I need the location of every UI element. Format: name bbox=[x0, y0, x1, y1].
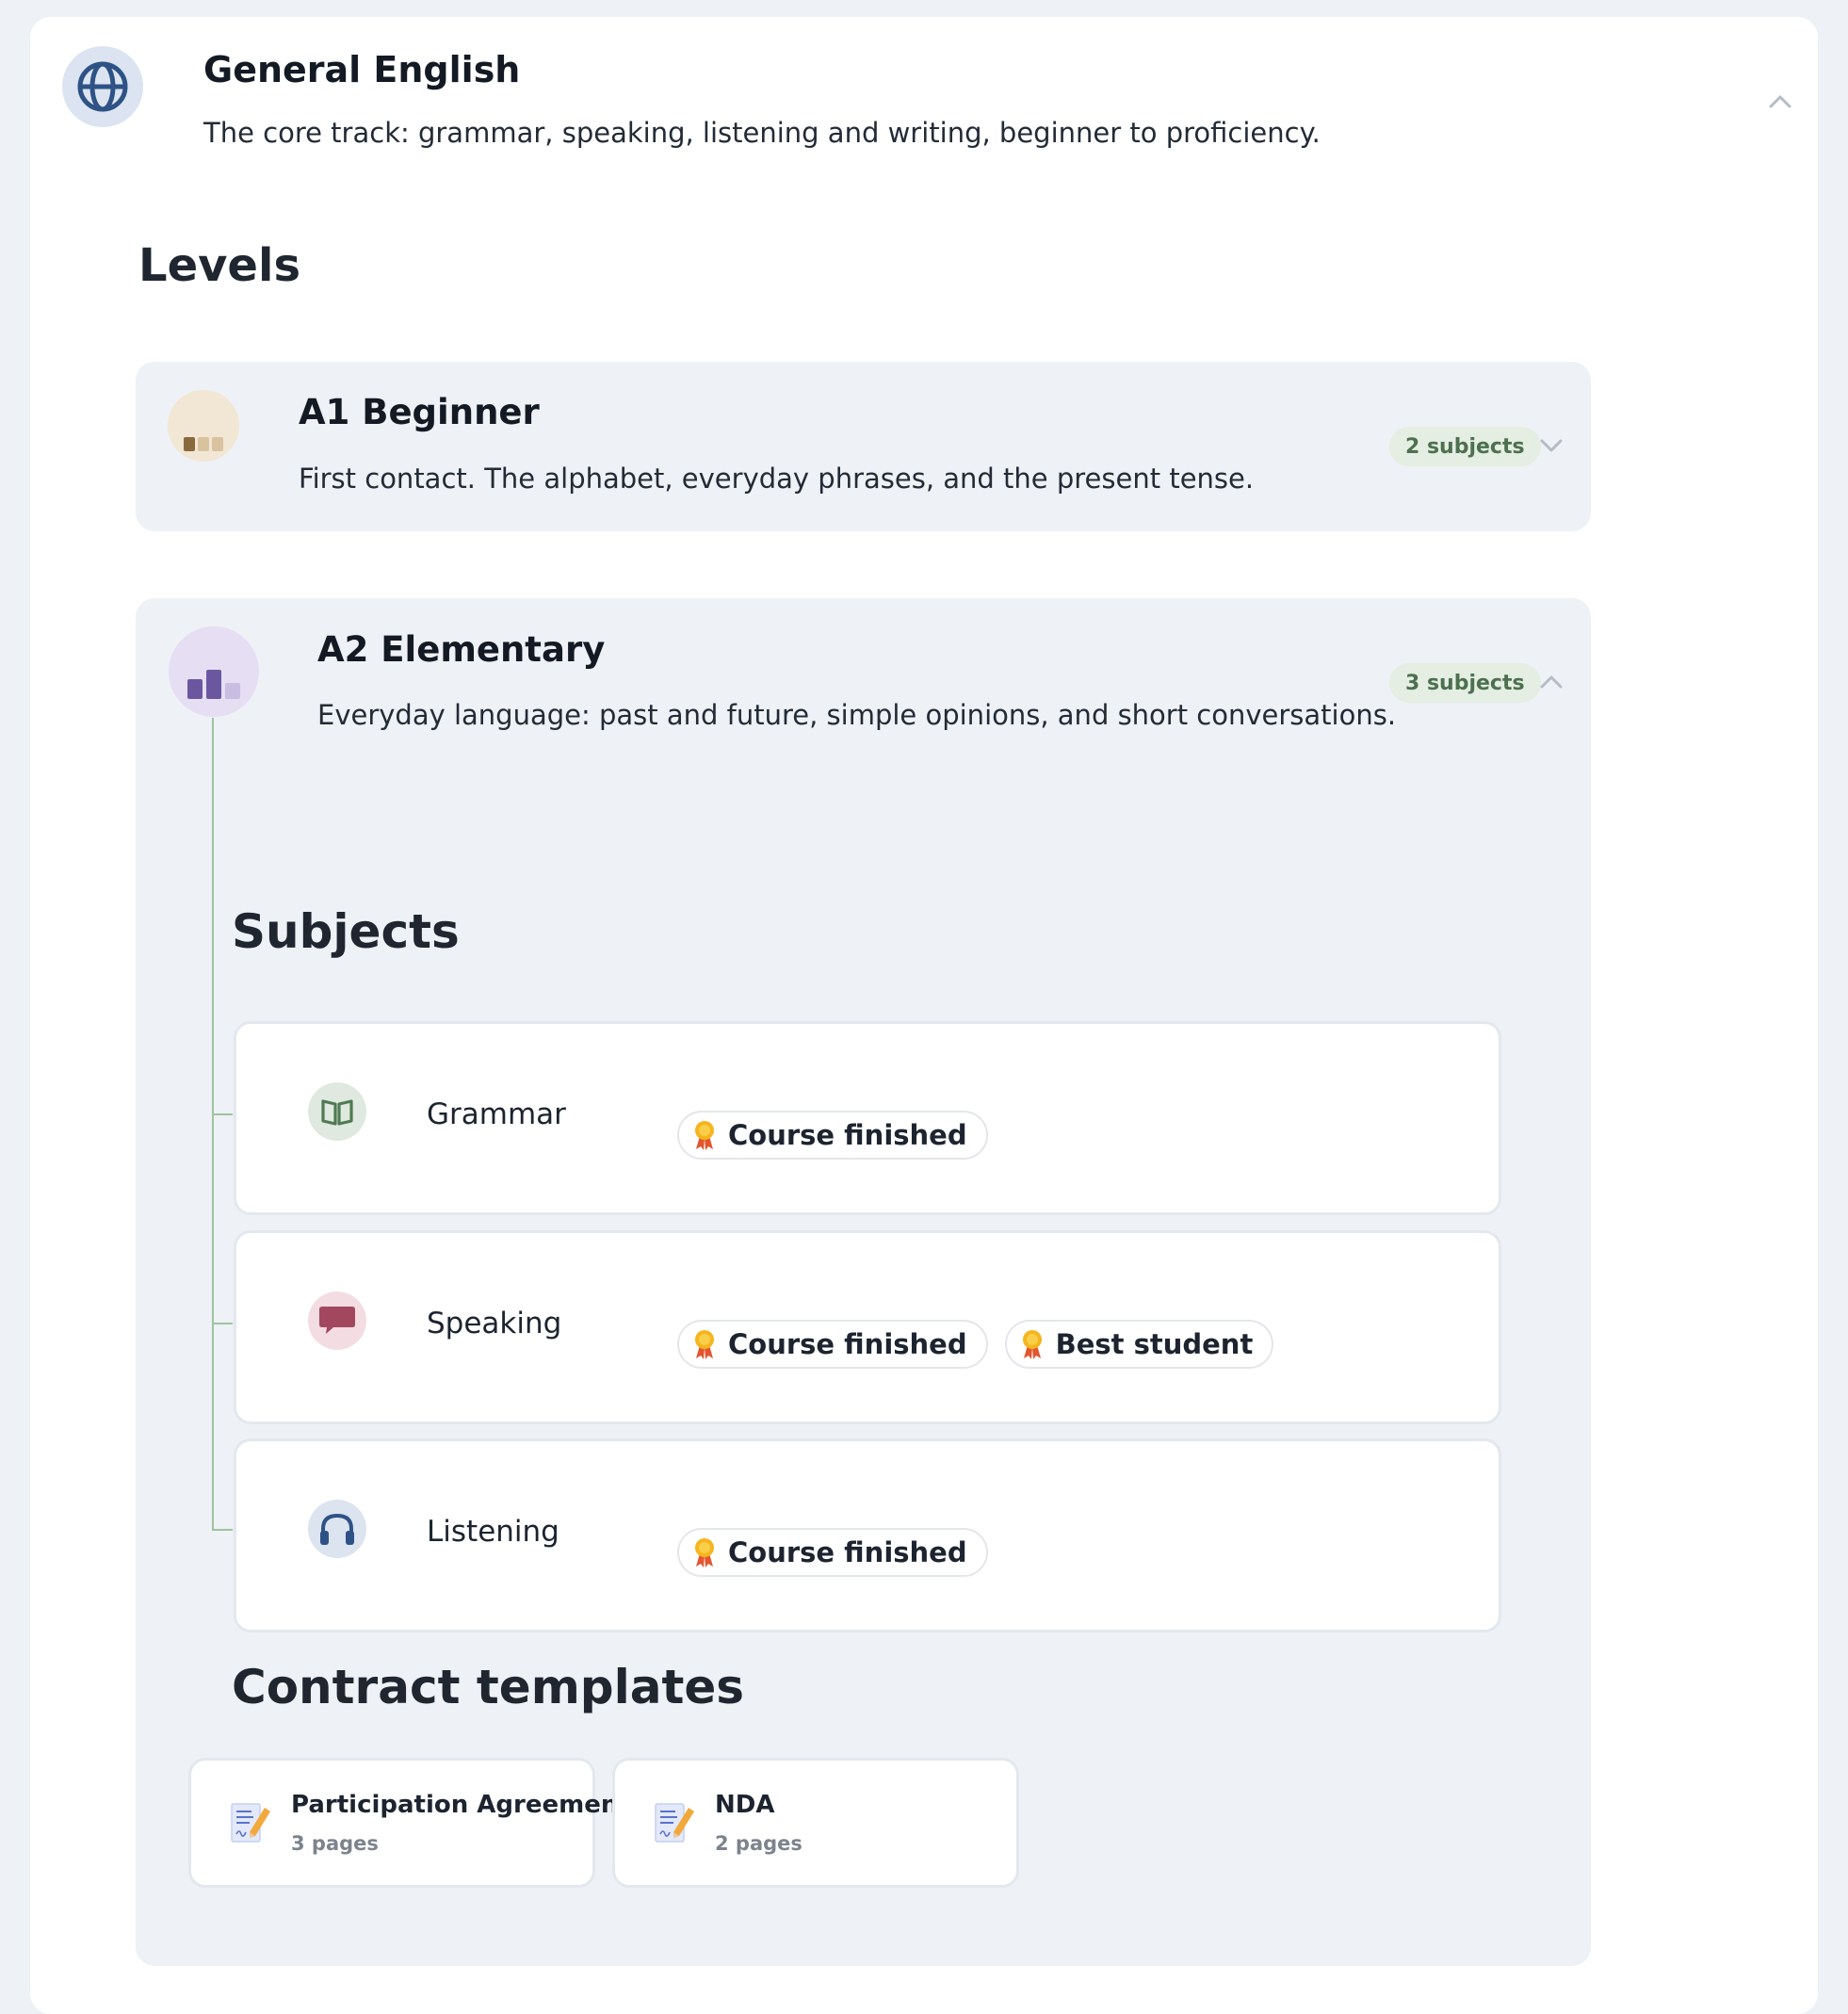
contract-template-pages: 3 pages bbox=[291, 1832, 379, 1855]
award-ribbon-icon bbox=[1022, 1330, 1042, 1359]
achievement-badges: Course finished bbox=[677, 1528, 988, 1577]
level-description: First contact. The alphabet, everyday ph… bbox=[299, 463, 1255, 495]
chevron-up-icon bbox=[1769, 95, 1791, 108]
level-bars-icon bbox=[187, 670, 240, 699]
headphones-icon bbox=[320, 1513, 354, 1545]
speech-bubble-icon bbox=[319, 1307, 355, 1334]
badge-label: Course finished bbox=[728, 1328, 967, 1360]
contract-template-participation[interactable]: Participation Agreement 3 pages bbox=[188, 1758, 630, 1888]
award-ribbon-icon bbox=[695, 1121, 714, 1150]
badge-label: Course finished bbox=[728, 1536, 967, 1568]
collapse-course-button[interactable] bbox=[1766, 88, 1794, 116]
level-title: A1 Beginner bbox=[299, 392, 540, 432]
subject-icon bbox=[308, 1082, 366, 1141]
award-ribbon-icon bbox=[695, 1330, 714, 1359]
chevron-up-icon bbox=[1540, 675, 1563, 689]
achievement-badge: Course finished bbox=[677, 1320, 988, 1369]
course-title: General English bbox=[203, 49, 521, 90]
levels-heading: Levels bbox=[138, 239, 301, 292]
subjects-heading: Subjects bbox=[232, 904, 460, 959]
tree-branch bbox=[212, 1529, 233, 1531]
subject-name: Speaking bbox=[427, 1307, 562, 1340]
level-description: Everyday language: past and future, simp… bbox=[317, 699, 1397, 731]
globe-icon bbox=[77, 61, 128, 112]
subject-icon bbox=[308, 1500, 366, 1558]
course-avatar bbox=[62, 46, 143, 127]
achievement-badges: Course finished bbox=[677, 1111, 988, 1160]
course-description: The core track: grammar, speaking, liste… bbox=[203, 117, 1321, 149]
expand-level-button[interactable] bbox=[1537, 431, 1565, 460]
achievement-badge: Course finished bbox=[677, 1111, 988, 1160]
badge-label: Best student bbox=[1055, 1328, 1254, 1360]
subject-card-listening[interactable]: Listening Course finished bbox=[234, 1438, 1501, 1632]
badge-label: Course finished bbox=[728, 1119, 967, 1151]
level-a2-icon bbox=[169, 626, 259, 717]
tree-branch bbox=[212, 1113, 233, 1115]
level-bars-icon bbox=[184, 437, 223, 451]
subject-card-speaking[interactable]: Speaking Course finished Best student bbox=[234, 1230, 1501, 1424]
achievement-badge: Course finished bbox=[677, 1528, 988, 1577]
collapse-level-button[interactable] bbox=[1537, 668, 1565, 696]
contract-template-nda[interactable]: NDA 2 pages bbox=[612, 1758, 1019, 1888]
subjects-count-badge: 3 subjects bbox=[1389, 663, 1541, 703]
subject-icon bbox=[308, 1291, 366, 1350]
contract-template-name: Participation Agreement bbox=[291, 1791, 630, 1819]
tree-connector-line bbox=[212, 718, 214, 1530]
document-signature-icon bbox=[231, 1803, 270, 1843]
contract-template-pages: 2 pages bbox=[715, 1832, 802, 1855]
subject-name: Listening bbox=[427, 1515, 559, 1549]
level-card-a1[interactable]: A1 Beginner First contact. The alphabet,… bbox=[136, 362, 1591, 531]
subjects-count-badge: 2 subjects bbox=[1389, 427, 1541, 466]
level-title: A2 Elementary bbox=[317, 629, 606, 670]
contract-template-name: NDA bbox=[715, 1791, 775, 1819]
award-ribbon-icon bbox=[695, 1538, 714, 1567]
subject-name: Grammar bbox=[427, 1097, 566, 1131]
contract-templates-heading: Contract templates bbox=[232, 1660, 745, 1714]
achievement-badges: Course finished Best student bbox=[677, 1320, 1274, 1369]
level-a1-icon bbox=[168, 390, 239, 462]
book-icon bbox=[321, 1099, 353, 1126]
document-signature-icon bbox=[655, 1803, 694, 1843]
subject-card-grammar[interactable]: Grammar Course finished bbox=[234, 1021, 1501, 1215]
achievement-badge: Best student bbox=[1004, 1320, 1274, 1369]
tree-branch bbox=[212, 1323, 233, 1324]
chevron-down-icon bbox=[1540, 439, 1563, 452]
